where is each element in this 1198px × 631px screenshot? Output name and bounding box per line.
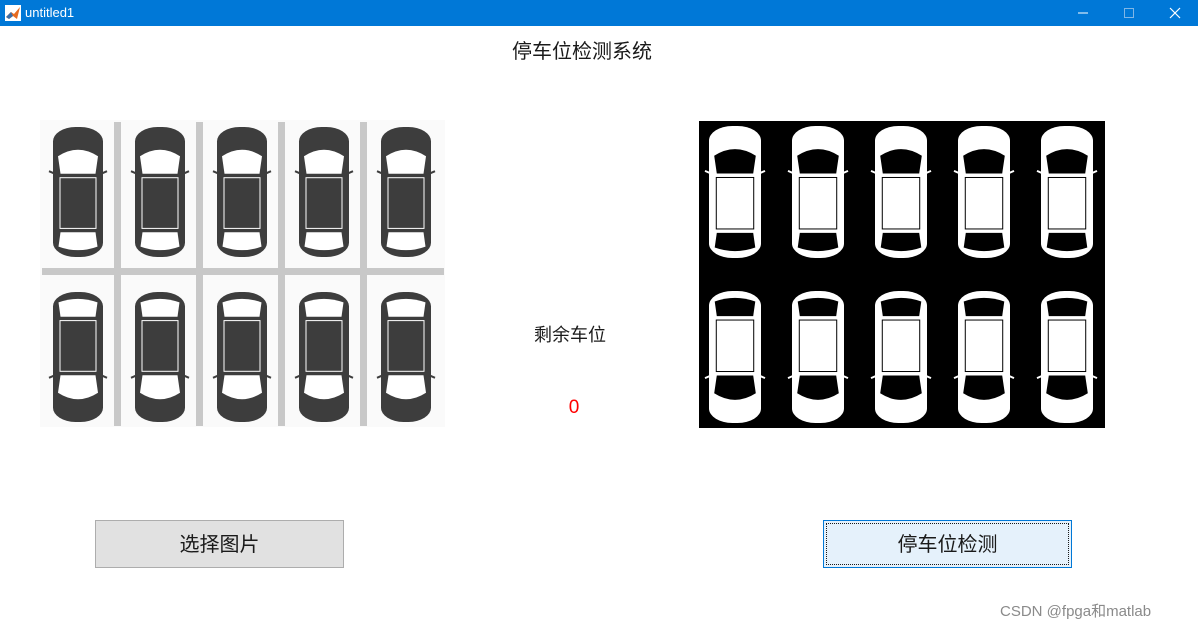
watermark: CSDN @fpga和matlab	[1000, 603, 1152, 620]
select-image-button[interactable]: 选择图片	[95, 520, 344, 568]
lot-divider-vertical	[196, 122, 203, 426]
remaining-spots-value: 0	[568, 397, 580, 418]
car	[1036, 126, 1098, 258]
close-button[interactable]	[1152, 0, 1198, 26]
detect-parking-button[interactable]: 停车位检测	[823, 520, 1072, 568]
close-icon	[1169, 7, 1181, 19]
car	[870, 126, 932, 258]
window-title: untitled1	[25, 5, 75, 20]
app-title: 停车位检测系统	[512, 39, 652, 63]
car	[1036, 291, 1098, 423]
car	[376, 292, 436, 422]
car	[704, 126, 766, 258]
car	[48, 292, 108, 422]
lot-divider-vertical	[114, 122, 121, 426]
matlab-app-icon	[5, 5, 21, 21]
car	[212, 127, 272, 257]
binary-detection-image	[699, 121, 1105, 428]
car	[953, 291, 1015, 423]
minimize-button[interactable]	[1060, 0, 1106, 26]
car	[294, 292, 354, 422]
focus-ring	[826, 523, 1069, 565]
car	[212, 292, 272, 422]
maximize-button[interactable]	[1106, 0, 1152, 26]
car	[870, 291, 932, 423]
original-parking-image	[40, 120, 445, 427]
car	[787, 126, 849, 258]
lot-divider-vertical	[278, 122, 285, 426]
car	[787, 291, 849, 423]
maximize-icon	[1124, 8, 1134, 18]
car	[704, 291, 766, 423]
lot-divider-vertical	[360, 122, 367, 426]
minimize-icon	[1078, 12, 1088, 14]
remaining-spots-label: 剩余车位	[534, 325, 606, 346]
car	[48, 127, 108, 257]
car	[376, 127, 436, 257]
car	[294, 127, 354, 257]
car	[130, 292, 190, 422]
lot-divider-horizontal	[42, 268, 444, 275]
car	[953, 126, 1015, 258]
window-titlebar[interactable]: untitled1	[0, 0, 1198, 26]
car	[130, 127, 190, 257]
